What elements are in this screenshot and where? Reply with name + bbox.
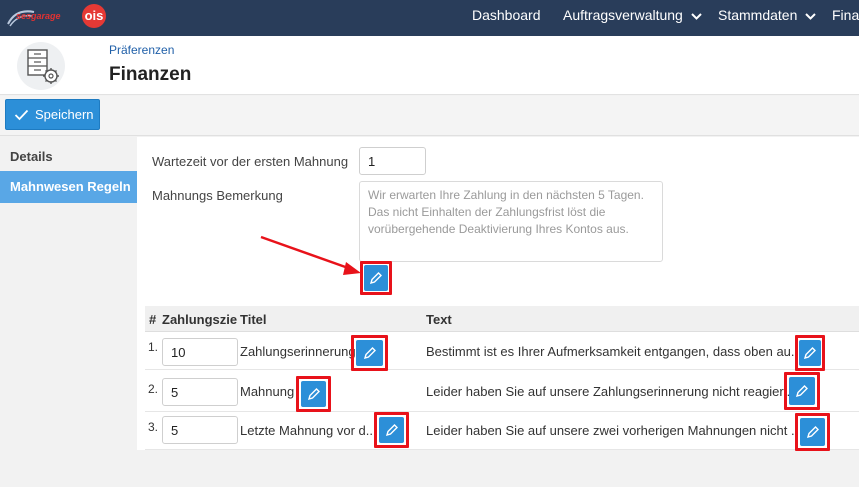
row-title: Zahlungserinnerung <box>240 344 356 359</box>
payment-target-input[interactable]: 5 <box>162 378 238 406</box>
remark-edit-button[interactable] <box>364 265 388 291</box>
title-edit-button[interactable] <box>379 417 404 443</box>
toolbar: Speichern <box>0 96 859 136</box>
text-edit-button[interactable] <box>799 340 821 366</box>
title-edit-button[interactable] <box>356 340 383 366</box>
col-header-text[interactable]: Text <box>426 312 452 327</box>
main-content: Wartezeit vor der ersten Mahnung 1 Mahnu… <box>137 137 859 451</box>
col-header-target[interactable]: Zahlungsziel <box>162 312 238 327</box>
text-edit-button[interactable] <box>800 418 825 446</box>
brand-logo[interactable]: sesgarage ois <box>4 2 108 34</box>
nav-stammdaten-label: Stammdaten <box>718 7 798 23</box>
nav-dashboard[interactable]: Dashboard <box>472 0 541 36</box>
row-number: 1. <box>148 340 159 354</box>
table-header: # Zahlungsziel Titel Text <box>145 306 859 332</box>
row-text: Leider haben Sie auf unsere zwei vorheri… <box>426 423 798 438</box>
page-title: Finanzen <box>109 64 192 85</box>
row-number: 2. <box>148 382 159 396</box>
settings-cabinet-icon <box>17 42 65 90</box>
brand-logo-text: sesgarage <box>16 11 61 21</box>
pencil-icon <box>307 388 320 401</box>
table-row: 1. 10 Zahlungserinnerung Bestimmt ist es… <box>145 332 859 370</box>
sidebar-item-details[interactable]: Details <box>0 141 137 173</box>
pencil-icon <box>795 385 808 398</box>
sidebar-item-label: Mahnwesen Regeln <box>10 179 131 194</box>
row-title: Letzte Mahnung vor d... <box>240 423 377 438</box>
breadcrumb[interactable]: Präferenzen <box>109 43 174 57</box>
row-number: 3. <box>148 420 159 434</box>
row-text: Leider haben Sie auf unsere Zahlungserin… <box>426 384 792 399</box>
nav-stammdaten[interactable]: Stammdaten <box>718 0 817 36</box>
chevron-down-icon <box>805 13 817 20</box>
remark-label: Mahnungs Bemerkung <box>152 188 283 203</box>
row-text: Bestimmt ist es Ihrer Aufmerksamkeit ent… <box>426 344 798 359</box>
wait-time-input[interactable]: 1 <box>359 147 426 175</box>
nav-finanzen-label: Finan <box>832 7 859 23</box>
page-header: Präferenzen Finanzen <box>0 36 859 95</box>
table-row: 3. 5 Letzte Mahnung vor d... Leider habe… <box>145 412 859 450</box>
nav-auftragsverwaltung-label: Auftragsverwaltung <box>563 7 683 23</box>
pencil-icon <box>806 426 819 439</box>
chevron-down-icon <box>691 13 702 20</box>
sidebar: Details Mahnwesen Regeln <box>0 137 137 487</box>
nav-dashboard-label: Dashboard <box>472 7 541 23</box>
check-icon <box>14 109 29 120</box>
payment-target-input[interactable]: 10 <box>162 338 238 366</box>
nav-finanzen[interactable]: Finan <box>832 0 859 36</box>
row-title: Mahnung <box>240 384 295 399</box>
nav-auftragsverwaltung[interactable]: Auftragsverwaltung <box>563 0 702 36</box>
payment-target-input[interactable]: 5 <box>162 416 238 444</box>
pencil-icon <box>369 272 382 285</box>
pencil-icon <box>363 347 376 360</box>
pencil-icon <box>803 347 816 360</box>
title-edit-button[interactable] <box>301 381 326 407</box>
save-button[interactable]: Speichern <box>5 99 100 130</box>
remark-textarea[interactable]: Wir erwarten Ihre Zahlung in den nächste… <box>359 181 663 262</box>
brand-logo-badge: ois <box>82 4 106 28</box>
table-row: 2. 5 Mahnung Leider haben Sie auf unsere… <box>145 374 859 412</box>
text-edit-button[interactable] <box>789 377 815 405</box>
save-button-label: Speichern <box>35 107 94 122</box>
pencil-icon <box>385 424 398 437</box>
col-header-title[interactable]: Titel <box>240 312 267 327</box>
wait-time-label: Wartezeit vor der ersten Mahnung <box>152 154 349 169</box>
col-header-num: # <box>149 312 157 327</box>
sidebar-item-mahnwesen-regeln[interactable]: Mahnwesen Regeln <box>0 171 137 203</box>
sidebar-item-label: Details <box>10 149 53 164</box>
top-navbar: sesgarage ois Dashboard Auftragsverwaltu… <box>0 0 859 36</box>
